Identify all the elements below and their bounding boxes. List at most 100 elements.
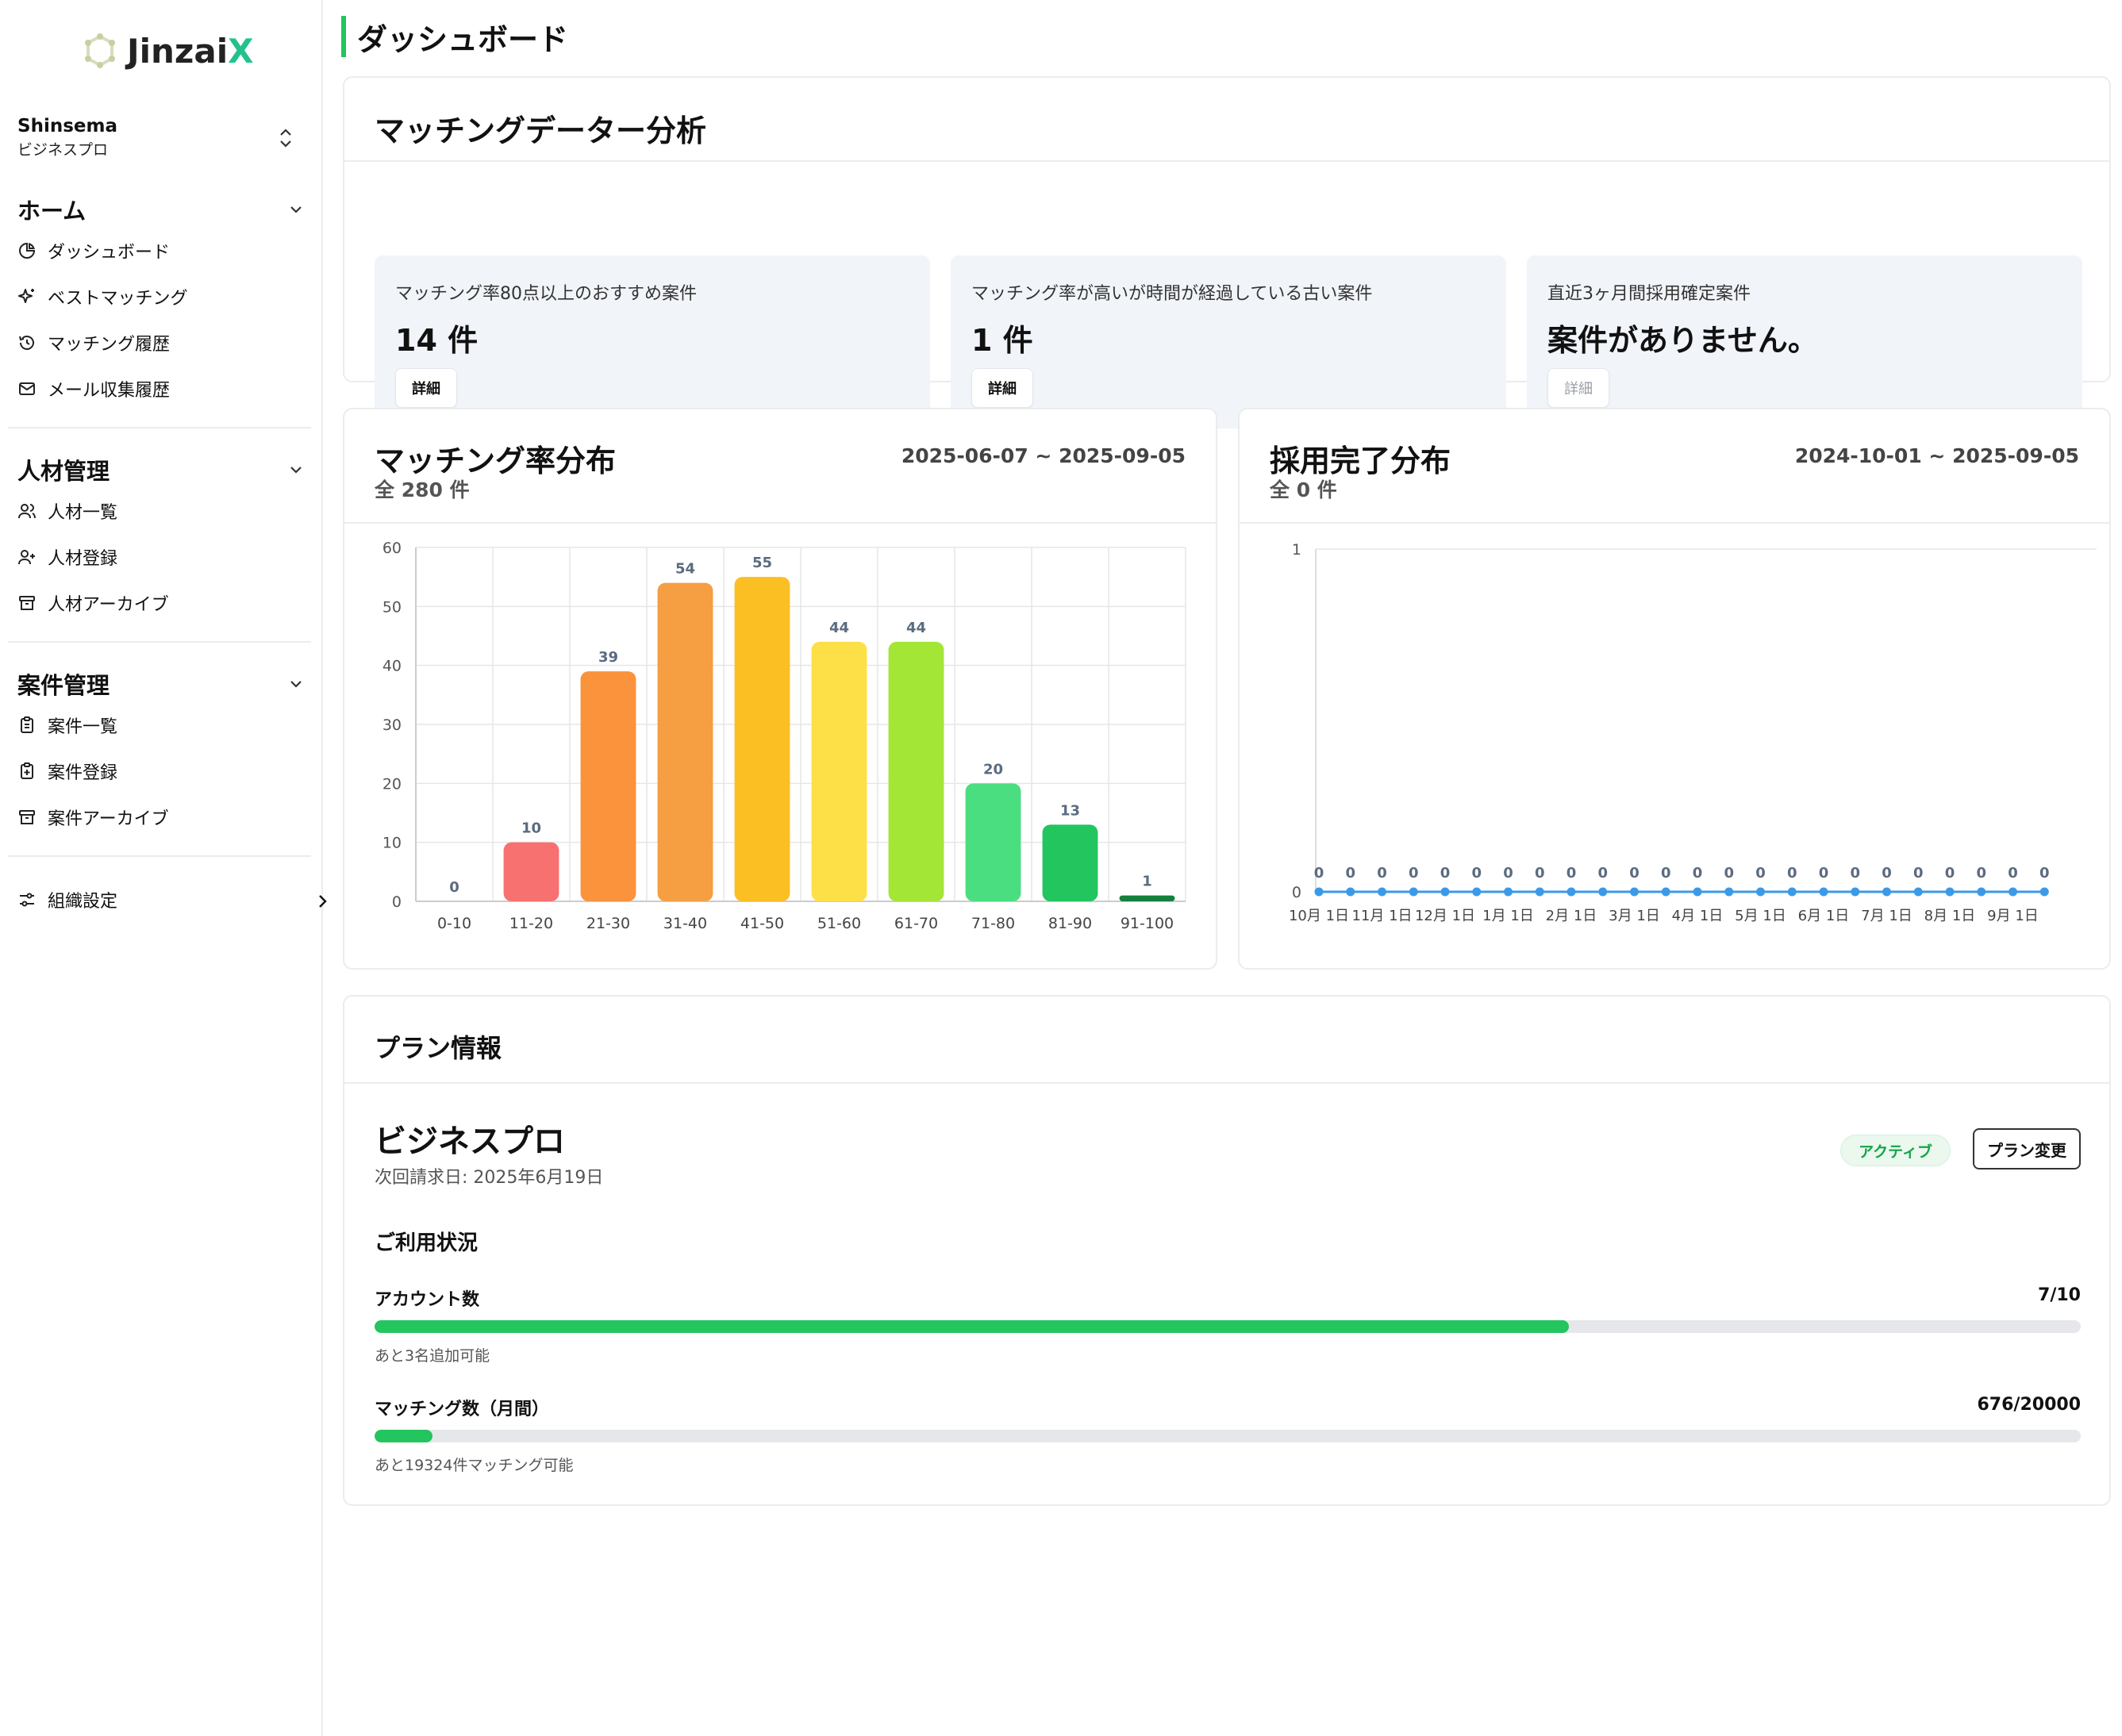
sidebar-item-mail-history[interactable]: メール収集履歴 (17, 371, 305, 406)
y-tick-label: 0 (1292, 884, 1301, 901)
card-title: マッチングデーター分析 (375, 113, 707, 148)
x-tick-label: 11-20 (509, 915, 553, 932)
nav-section-talent[interactable]: 人材管理 (17, 454, 305, 486)
x-tick-label: 81-90 (1048, 915, 1092, 932)
users-icon (18, 504, 36, 519)
sidebar-item-matching-history[interactable]: マッチング履歴 (17, 325, 305, 360)
stat-label: 直近3ヶ月間採用確定案件 (1547, 284, 1751, 304)
brand-logo[interactable]: JinzaiX (81, 29, 254, 73)
card-title: マッチング率分布 (375, 444, 617, 478)
sidebar-item-org-settings[interactable]: 組織設定 (17, 882, 330, 917)
change-plan-button[interactable]: プラン変更 (1973, 1128, 2081, 1169)
bar-value-label: 55 (752, 555, 772, 571)
point-value-label: 0 (1567, 865, 1577, 881)
bar-71-80 (965, 783, 1021, 901)
x-tick-label: 3月 1日 (1609, 908, 1660, 924)
data-point (1472, 887, 1482, 897)
user-plus-icon (18, 550, 35, 565)
data-point (1882, 887, 1891, 897)
y-tick-label: 0 (392, 893, 402, 911)
y-tick-label: 20 (382, 775, 402, 793)
y-tick-label: 60 (382, 540, 402, 557)
y-tick-label: 10 (382, 835, 402, 852)
stat-value: 14 件 (395, 323, 479, 358)
detail-button[interactable]: 詳細 (395, 368, 457, 408)
data-point (1598, 887, 1608, 897)
data-point (1851, 887, 1860, 897)
archive-icon (19, 596, 35, 610)
sidebar-item-label: 案件登録 (48, 763, 118, 783)
settings-sliders-icon (20, 893, 34, 907)
x-tick-label: 12月 1日 (1415, 908, 1475, 924)
usage-note-accounts: あと3名追加可能 (375, 1347, 490, 1365)
matching-rate-bar-chart: 0 10 20 30 40 50 60 0 0-10 10 11-20 39 21-30 54 31-40 5… (382, 540, 1186, 932)
data-point (1724, 887, 1734, 897)
bar-value-label: 20 (983, 761, 1003, 778)
bar-21-30 (580, 671, 636, 901)
nav-section-title: 案件管理 (17, 672, 110, 699)
data-point (1913, 887, 1923, 897)
point-value-label: 0 (1345, 865, 1355, 881)
sidebar-item-label: ダッシュボード (48, 243, 171, 263)
chevron-down-icon (290, 467, 302, 474)
sparkles-icon (18, 289, 34, 303)
sidebar-item-label: 人材一覧 (48, 503, 118, 523)
sidebar-item-label: 人材アーカイブ (48, 595, 169, 615)
x-tick-label: 71-80 (971, 915, 1015, 932)
bar-31-40 (657, 582, 713, 901)
usage-count-accounts: 7/10 (2038, 1285, 2081, 1305)
data-point (1504, 887, 1513, 897)
data-point (1661, 887, 1670, 897)
sidebar-item-best-matching[interactable]: ベストマッチング (17, 279, 305, 314)
sidebar-item-label: 案件アーカイブ (48, 809, 169, 829)
usage-count-matching: 676/20000 (1977, 1395, 2082, 1415)
data-point (1346, 887, 1355, 897)
data-point (1977, 887, 1986, 897)
point-value-label: 0 (1440, 865, 1451, 881)
nav-section-home[interactable]: ホーム (17, 194, 305, 225)
point-value-label: 0 (1597, 865, 1608, 881)
stat-card-recent-hires: 直近3ヶ月間採用確定案件 案件がありません。 詳細 (1527, 255, 2082, 428)
stat-label: マッチング率が高いが時間が経過している古い案件 (971, 284, 1373, 304)
sidebar-item-project-archive[interactable]: 案件アーカイブ (17, 800, 305, 835)
sidebar-item-talent-archive[interactable]: 人材アーカイブ (17, 586, 305, 620)
status-badge: アクティブ (1840, 1135, 1951, 1166)
org-switcher[interactable]: Shinsema ビジネスプロ (17, 116, 305, 160)
nav-section-title: ホーム (17, 198, 86, 225)
bar-41-50 (734, 577, 790, 901)
logo-mark-icon (85, 33, 115, 68)
point-value-label: 0 (1629, 865, 1640, 881)
bar-11-20 (503, 842, 559, 901)
x-tick-label: 4月 1日 (1672, 908, 1724, 924)
sidebar-item-talent-list[interactable]: 人材一覧 (17, 494, 305, 528)
data-point (1440, 887, 1450, 897)
sidebar-item-project-register[interactable]: 案件登録 (17, 754, 305, 789)
data-point (1756, 887, 1765, 897)
detail-button-disabled[interactable]: 詳細 (1547, 368, 1609, 408)
sidebar-item-talent-register[interactable]: 人材登録 (17, 540, 305, 574)
point-value-label: 0 (1724, 865, 1734, 881)
data-point (1693, 887, 1702, 897)
x-tick-label: 61-70 (894, 915, 938, 932)
data-point (1409, 887, 1418, 897)
data-point (2039, 887, 2049, 897)
bar-value-label: 1 (1142, 874, 1152, 890)
y-tick-label: 50 (382, 598, 402, 616)
history-icon (19, 336, 34, 350)
brand-name: JinzaiX (127, 31, 254, 71)
chevrons-up-down-icon (280, 129, 291, 148)
detail-button[interactable]: 詳細 (971, 368, 1033, 408)
x-tick-label: 21-30 (586, 915, 630, 932)
point-value-label: 0 (1535, 865, 1545, 881)
bar-51-60 (811, 641, 867, 901)
sidebar-item-project-list[interactable]: 案件一覧 (17, 708, 305, 743)
y-tick-label: 40 (382, 658, 402, 675)
x-tick-label: 6月 1日 (1798, 908, 1850, 924)
hire-completion-line-chart: 01010月 1日0 011月 1日0 012月 1日0 01月 1日0 02月 1日0… (1289, 541, 2097, 924)
nav-divider (8, 427, 311, 428)
card-header: プラン情報 (344, 997, 2109, 1084)
nav-section-projects[interactable]: 案件管理 (17, 668, 305, 700)
sidebar-item-dashboard[interactable]: ダッシュボード (17, 233, 305, 268)
clipboard-plus-icon (21, 762, 33, 779)
bar-value-label: 44 (906, 620, 926, 636)
